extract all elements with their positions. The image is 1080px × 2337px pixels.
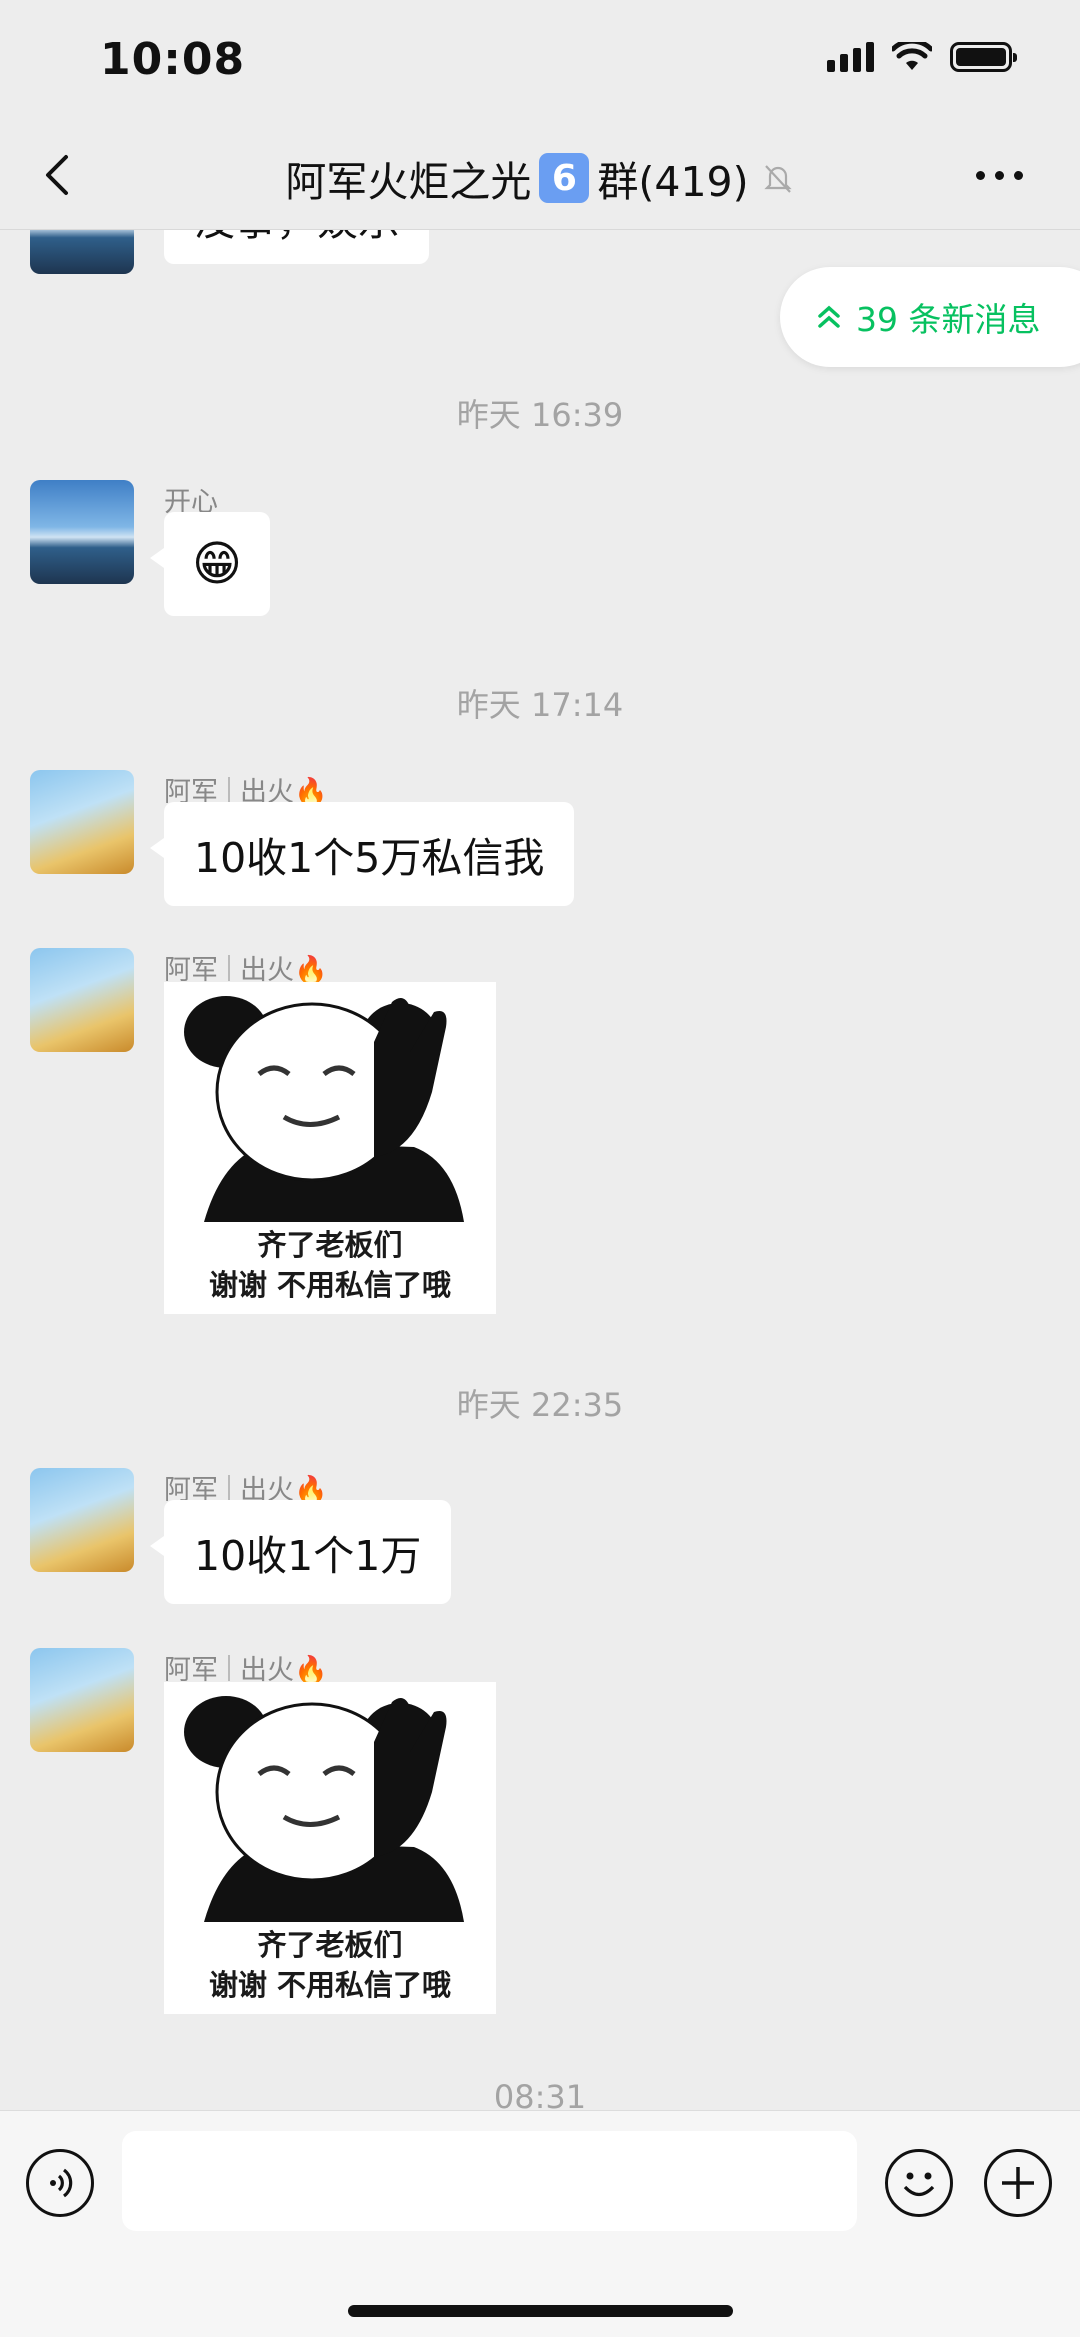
- avatar[interactable]: [30, 948, 134, 1052]
- message-timestamp: 昨天 17:14: [456, 686, 624, 724]
- voice-wave-icon: [50, 2168, 73, 2198]
- new-messages-button[interactable]: 39 条新消息: [780, 267, 1080, 367]
- sticker-caption-line1: 齐了老板们: [257, 1928, 403, 1962]
- sticker-image[interactable]: 齐了老板们 谢谢 不用私信了哦: [164, 1682, 496, 2014]
- smiley-icon: [903, 2172, 935, 2197]
- double-chevron-up-icon: [818, 305, 840, 328]
- message-bubble[interactable]: 😁: [149, 512, 271, 616]
- message-list[interactable]: 没事，娱乐 昨天 16:39 开心 😁 昨天 17:14 阿军出火🔥 10收1个…: [0, 230, 1080, 2110]
- message-text: 没事，娱乐: [194, 230, 399, 247]
- input-bar: [0, 2110, 1080, 2337]
- plus-icon: [1002, 2167, 1034, 2199]
- group-member-count: 群(419): [597, 158, 749, 206]
- sticker-caption-line1: 齐了老板们: [257, 1228, 403, 1262]
- new-messages-label: 39 条新消息: [856, 300, 1041, 339]
- message-bubble[interactable]: 10收1个1万: [149, 1500, 452, 1604]
- battery-icon: [950, 42, 1017, 72]
- message-input[interactable]: [122, 2131, 857, 2231]
- message-timestamp: 昨天 22:35: [456, 1386, 624, 1424]
- sticker-image[interactable]: 齐了老板们 谢谢 不用私信了哦: [164, 982, 496, 1314]
- group-name: 阿军火炬之光: [285, 158, 532, 206]
- message-bubble[interactable]: 10收1个5万私信我: [149, 802, 575, 906]
- sticker-caption-line2: 谢谢 不用私信了哦: [208, 1268, 452, 1302]
- grinning-emoji: 😁: [192, 536, 243, 592]
- avatar[interactable]: [30, 1468, 134, 1572]
- message-text: 10收1个5万私信我: [194, 834, 545, 882]
- panda-face-icon: [184, 996, 464, 1222]
- home-indicator: [348, 2305, 733, 2317]
- panda-face-icon: [184, 1696, 464, 1922]
- avatar[interactable]: [30, 1648, 134, 1752]
- avatar[interactable]: [30, 230, 134, 274]
- emoji-button[interactable]: [885, 2149, 953, 2217]
- message-text: 10收1个1万: [194, 1532, 422, 1580]
- message-timestamp: 08:31: [493, 2078, 587, 2110]
- status-bar: 10:08: [0, 0, 1080, 120]
- status-time: 10:08: [100, 34, 246, 85]
- more-options-button[interactable]: [976, 160, 1036, 190]
- chat-header: 阿军火炬之光 6 群(419): [0, 120, 1080, 230]
- mute-bell-icon: [763, 165, 792, 193]
- wifi-icon: [892, 42, 932, 70]
- cellular-signal-icon: [827, 42, 874, 72]
- avatar[interactable]: [30, 480, 134, 584]
- avatar[interactable]: [30, 770, 134, 874]
- sticker-caption-line2: 谢谢 不用私信了哦: [208, 1968, 452, 2002]
- group-number-badge: 6: [539, 153, 590, 203]
- status-icons: [827, 42, 1017, 72]
- message-bubble[interactable]: 没事，娱乐: [164, 230, 429, 264]
- chat-title: 阿军火炬之光 6 群(419): [0, 148, 1080, 208]
- add-button[interactable]: [984, 2149, 1052, 2217]
- message-timestamp: 昨天 16:39: [456, 396, 624, 434]
- voice-input-button[interactable]: [26, 2149, 94, 2217]
